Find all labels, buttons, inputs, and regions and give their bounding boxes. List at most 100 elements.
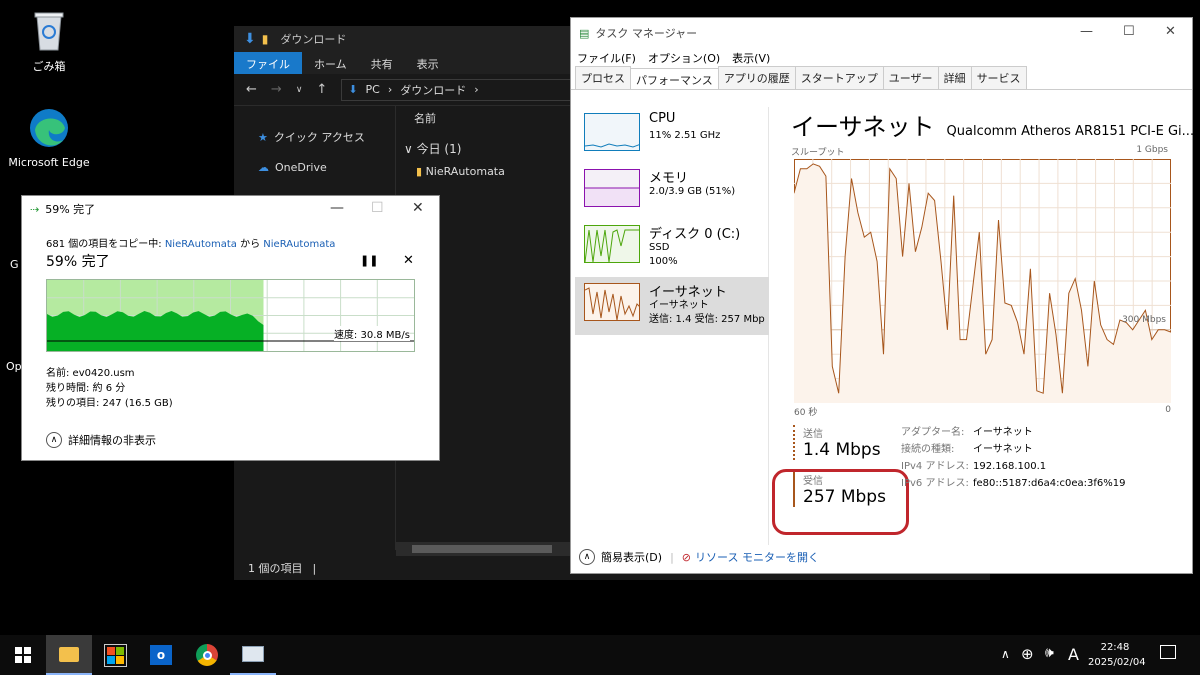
send-value: 1.4 Mbps: [803, 440, 881, 460]
desktop-icon-label: Microsoft Edge: [8, 156, 90, 169]
perf-detail-pane: イーサネット Qualcomm Atheros AR8151 PCI-E Gi.…: [772, 107, 1194, 535]
copy-percent-heading: 59% 完了: [46, 254, 110, 270]
tab-services[interactable]: サービス: [970, 66, 1027, 89]
task-manager-icon: ▤: [579, 26, 590, 40]
taskbar-outlook[interactable]: o: [138, 635, 184, 675]
copy-remaining-time: 残り時間: 約 6 分: [46, 383, 126, 394]
perf-item-stats: 11% 2.51 GHz: [649, 130, 721, 141]
edge-icon: [30, 109, 68, 147]
volume-icon[interactable]: 🕪: [1045, 645, 1054, 661]
chevron-down-icon[interactable]: ∨: [296, 85, 303, 95]
tm-titlebar[interactable]: ▤ タスク マネージャー: [571, 18, 1192, 48]
perf-item-memory[interactable]: メモリ 2.0/3.9 GB (51%): [575, 163, 769, 221]
copy-speed-graph: 速度: 30.8 MB/s: [46, 279, 415, 352]
maximize-button[interactable]: ☐: [1123, 24, 1135, 39]
ribbon-tab-share[interactable]: 共有: [359, 52, 405, 74]
throughput-label: スループット: [791, 148, 845, 158]
taskbar: o ∧ ⊕ 🕪 A 22:48 2025/02/04: [0, 635, 1200, 675]
taskbar-task-manager[interactable]: [230, 635, 276, 675]
send-stat: 送信 1.4 Mbps: [793, 425, 881, 460]
perf-item-name: ディスク 0 (C:): [649, 227, 741, 242]
copy-remaining-items: 残りの項目: 247 (16.5 GB): [46, 398, 173, 409]
copy-dialog-title: 59% 完了: [45, 203, 96, 216]
copy-file-name: 名前: ev0420.usm: [46, 368, 135, 379]
up-arrow-icon[interactable]: ↑: [316, 82, 327, 97]
perf-item-name: CPU: [649, 111, 676, 126]
ribbon-tab-home[interactable]: ホーム: [302, 52, 359, 74]
group-header-today[interactable]: ∨ 今日 (1): [404, 140, 505, 157]
minimize-button[interactable]: —: [1080, 24, 1093, 39]
desktop-partial-label: G: [10, 258, 19, 271]
store-icon: [103, 643, 127, 667]
simple-view-button[interactable]: ∧ 簡易表示(D): [579, 549, 662, 565]
chevron-up-icon: ∧: [46, 432, 62, 448]
task-manager-window[interactable]: ▤ タスク マネージャー — ☐ ✕ ファイル(F) オプション(O) 表示(V…: [570, 17, 1194, 574]
folder-icon: ▮: [416, 165, 423, 178]
tab-processes[interactable]: プロセス: [575, 66, 631, 89]
maximize-button[interactable]: ☐: [371, 200, 384, 216]
column-header-name[interactable]: 名前: [414, 110, 505, 126]
chevron-up-icon[interactable]: ∧: [1001, 647, 1010, 661]
ribbon-tab-file[interactable]: ファイル: [234, 52, 302, 74]
chevron-up-icon: ∧: [579, 549, 595, 565]
tab-startup[interactable]: スタートアップ: [794, 66, 884, 89]
ribbon-tab-view[interactable]: 表示: [405, 52, 451, 74]
copy-description: 681 個の項目をコピー中: NieRAutomata から NieRAutom…: [46, 239, 336, 250]
nav-onedrive[interactable]: ☁ OneDrive: [234, 152, 395, 182]
minimize-button[interactable]: —: [330, 200, 344, 216]
back-arrow-icon[interactable]: ←: [246, 82, 257, 97]
menu-file[interactable]: ファイル(F): [577, 50, 636, 66]
destination-link[interactable]: NieRAutomata: [263, 239, 335, 250]
close-button[interactable]: ✕: [412, 200, 424, 216]
forward-arrow-icon[interactable]: →: [271, 82, 282, 97]
windows-logo-icon: [15, 647, 31, 663]
chrome-icon: [196, 644, 218, 666]
download-arrow-icon: ⬇: [348, 83, 358, 96]
download-arrow-icon: ⬇: [244, 31, 256, 47]
desktop-icon-recycle-bin[interactable]: ごみ箱: [4, 8, 94, 74]
cancel-icon[interactable]: ✕: [403, 253, 414, 268]
close-button[interactable]: ✕: [1165, 24, 1176, 39]
perf-item-disk[interactable]: ディスク 0 (C:) SSD 100%: [575, 219, 769, 277]
memory-thumbnail-graph: [584, 169, 640, 207]
start-button[interactable]: [0, 635, 46, 675]
desktop-icon-label: ごみ箱: [32, 60, 66, 73]
details-toggle-button[interactable]: ∧ 詳細情報の非表示: [46, 432, 156, 448]
source-link[interactable]: NieRAutomata: [165, 239, 237, 250]
cloud-icon: ☁: [258, 160, 269, 174]
recycle-bin-icon: [34, 12, 64, 51]
menu-options[interactable]: オプション(O): [648, 50, 720, 66]
detail-title: イーサネット: [791, 113, 935, 141]
tm-bottom-bar: ∧ 簡易表示(D) | ⊘ リソース モニターを開く: [579, 549, 819, 565]
resource-monitor-link[interactable]: ⊘ リソース モニターを開く: [682, 549, 819, 565]
taskbar-store[interactable]: [92, 635, 138, 675]
desktop-icon-edge[interactable]: Microsoft Edge: [4, 106, 94, 169]
nav-quick-access[interactable]: ★ クイック アクセス: [234, 122, 395, 152]
annotation-highlight: [772, 469, 909, 535]
perf-item-stats: SSD 100%: [649, 242, 678, 267]
network-globe-icon[interactable]: ⊕: [1021, 645, 1034, 663]
pause-icon[interactable]: ❚❚: [360, 254, 378, 267]
tab-users[interactable]: ユーザー: [882, 66, 939, 89]
tab-details[interactable]: 詳細: [937, 66, 972, 89]
perf-item-stats: イーサネット 送信: 1.4 受信: 257 Mbp: [649, 300, 765, 325]
perf-item-ethernet[interactable]: イーサネット イーサネット 送信: 1.4 受信: 257 Mbp: [575, 277, 769, 335]
file-item[interactable]: ▮ NieRAutomata: [416, 165, 505, 178]
chevron-down-icon: ∨: [404, 142, 417, 156]
menu-view[interactable]: 表示(V): [732, 50, 770, 66]
adapter-properties: アダプター名: イーサネット 接続の種類: イーサネット IPv4 アドレス: 192…: [901, 427, 1126, 489]
tab-performance[interactable]: パフォーマンス: [630, 68, 719, 89]
taskbar-chrome[interactable]: [184, 635, 230, 675]
tm-tabs: プロセス パフォーマンス アプリの履歴 スタートアップ ユーザー 詳細 サービス: [571, 66, 1192, 90]
breadcrumb-downloads[interactable]: ダウンロード: [400, 82, 466, 98]
taskbar-explorer[interactable]: [46, 635, 92, 675]
perf-item-cpu[interactable]: CPU 11% 2.51 GHz: [575, 107, 769, 165]
clock[interactable]: 22:48 2025/02/04: [1088, 640, 1146, 670]
tab-app-history[interactable]: アプリの履歴: [717, 66, 796, 89]
breadcrumb-pc[interactable]: PC: [366, 83, 380, 96]
copy-progress-dialog[interactable]: ⇢ 59% 完了 — ☐ ✕ 681 個の項目をコピー中: NieRAutoma…: [21, 195, 440, 461]
notification-icon[interactable]: [1160, 645, 1176, 659]
star-icon: ★: [258, 130, 268, 144]
speed-area: [47, 311, 264, 351]
ime-indicator[interactable]: A: [1068, 645, 1079, 664]
